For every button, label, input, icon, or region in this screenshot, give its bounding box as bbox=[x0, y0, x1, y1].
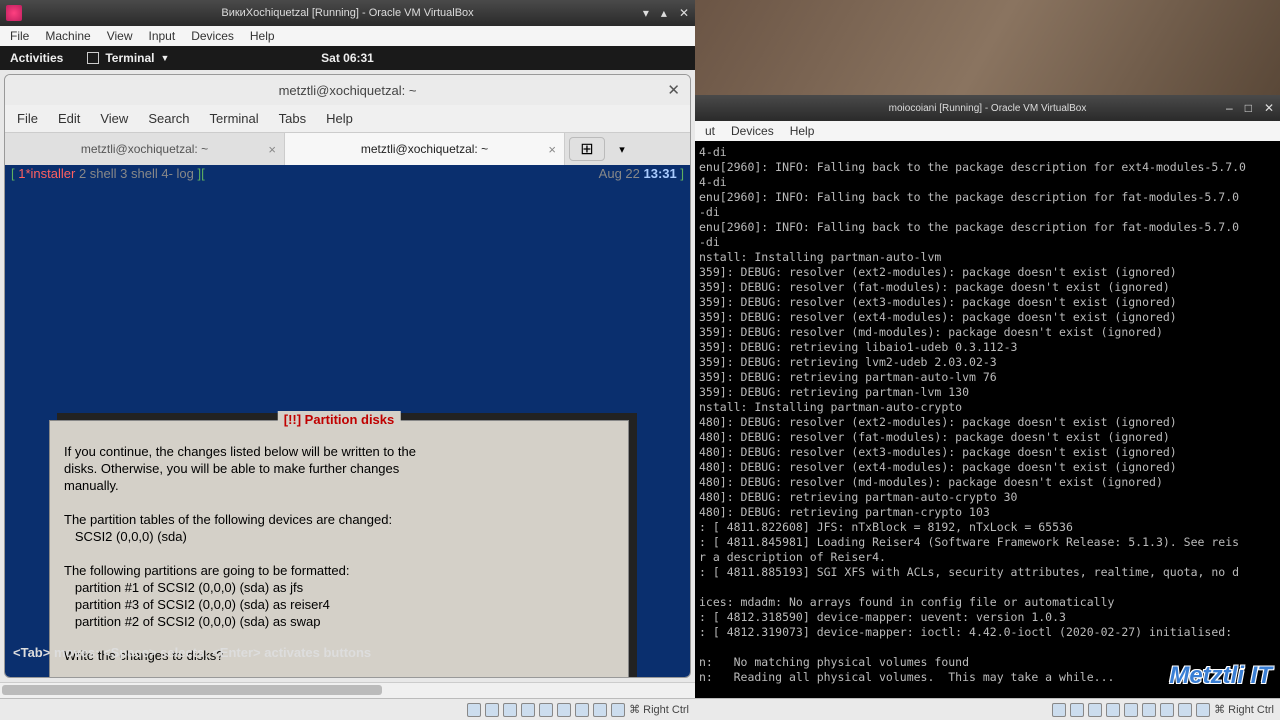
clock[interactable]: Sat 06:31 bbox=[321, 51, 374, 65]
close-icon[interactable]: ✕ bbox=[679, 6, 689, 20]
menu-view[interactable]: View bbox=[107, 29, 133, 43]
dialog-footer-hint: <Tab> moves; <Space> selects; <Enter> ac… bbox=[13, 644, 371, 661]
vbox-right-title: moiocoiani [Running] - Oracle VM Virtual… bbox=[889, 103, 1087, 114]
tab-label: metztli@xochiquetzal: ~ bbox=[81, 142, 208, 156]
optical-icon[interactable] bbox=[1070, 703, 1084, 717]
hdd-icon[interactable] bbox=[467, 703, 481, 717]
display-icon[interactable] bbox=[575, 703, 589, 717]
menu-devices[interactable]: Devices bbox=[731, 124, 774, 138]
screen-time: 13:31 bbox=[644, 166, 677, 181]
app-menu[interactable]: Terminal ▼ bbox=[87, 51, 169, 65]
vbox-icon bbox=[6, 5, 22, 21]
audio-icon[interactable] bbox=[503, 703, 517, 717]
audio-icon[interactable] bbox=[1088, 703, 1102, 717]
vbox-left-statusbar: ⌘ Right Ctrl bbox=[0, 698, 695, 720]
activities-button[interactable]: Activities bbox=[10, 51, 63, 65]
watermark: Metztli IT bbox=[1169, 662, 1272, 690]
screen-date: Aug 22 bbox=[599, 166, 640, 181]
hostkey-indicator: ⌘ Right Ctrl bbox=[1214, 703, 1274, 716]
chevron-down-icon: ▼ bbox=[160, 53, 169, 63]
vbox-left-title: ВикиXochiquetzal [Running] - Oracle VM V… bbox=[221, 7, 473, 19]
dialog-title: [!!] Partition disks bbox=[278, 411, 401, 428]
maximize-icon[interactable]: ▴ bbox=[661, 6, 667, 20]
host-scrollbar[interactable] bbox=[0, 682, 695, 698]
minimize-icon[interactable]: – bbox=[1226, 101, 1233, 115]
vbox-left-menubar: File Machine View Input Devices Help bbox=[0, 26, 695, 46]
gnome-terminal-window: metztli@xochiquetzal: ~ ✕ File Edit View… bbox=[4, 74, 691, 678]
terminal-icon bbox=[87, 52, 99, 64]
hdd-icon[interactable] bbox=[1052, 703, 1066, 717]
minimize-icon[interactable]: ▾ bbox=[643, 6, 649, 20]
network-icon[interactable] bbox=[521, 703, 535, 717]
maximize-icon[interactable]: □ bbox=[1245, 101, 1252, 115]
optical-icon[interactable] bbox=[485, 703, 499, 717]
term-menu-file[interactable]: File bbox=[17, 111, 38, 126]
gnome-terminal-titlebar[interactable]: metztli@xochiquetzal: ~ ✕ bbox=[5, 75, 690, 105]
cpu-icon[interactable] bbox=[1196, 703, 1210, 717]
host-desktop-bg bbox=[695, 0, 1280, 95]
close-icon[interactable]: ✕ bbox=[1264, 101, 1274, 115]
tab-label: metztli@xochiquetzal: ~ bbox=[361, 142, 488, 156]
close-icon[interactable]: ✕ bbox=[667, 81, 680, 99]
menu-devices[interactable]: Devices bbox=[191, 29, 234, 43]
screen-status-bar: [ 1*installer 2 shell 3 shell 4- log ][ … bbox=[11, 165, 684, 183]
term-menu-terminal[interactable]: Terminal bbox=[210, 111, 259, 126]
tab-dropdown[interactable]: ▾ bbox=[609, 133, 635, 165]
term-menu-help[interactable]: Help bbox=[326, 111, 353, 126]
tab-close-icon[interactable]: × bbox=[548, 142, 556, 157]
shared-icon[interactable] bbox=[557, 703, 571, 717]
menu-input-cut[interactable]: ut bbox=[705, 124, 715, 138]
term-menu-view[interactable]: View bbox=[100, 111, 128, 126]
gnome-top-bar: Activities Terminal ▼ Sat 06:31 bbox=[0, 46, 695, 70]
record-icon[interactable] bbox=[1178, 703, 1192, 717]
scrollbar-thumb[interactable] bbox=[2, 685, 382, 695]
usb-icon[interactable] bbox=[539, 703, 553, 717]
partition-dialog: [!!] Partition disks If you continue, th… bbox=[49, 420, 629, 678]
term-menu-edit[interactable]: Edit bbox=[58, 111, 80, 126]
terminal-body[interactable]: [ 1*installer 2 shell 3 shell 4- log ][ … bbox=[5, 165, 690, 677]
term-menu-tabs[interactable]: Tabs bbox=[279, 111, 306, 126]
tab-close-icon[interactable]: × bbox=[268, 142, 276, 157]
term-menu-search[interactable]: Search bbox=[148, 111, 189, 126]
vbox-right-titlebar[interactable]: moiocoiani [Running] - Oracle VM Virtual… bbox=[695, 95, 1280, 121]
vbox-left-titlebar[interactable]: ВикиXochiquetzal [Running] - Oracle VM V… bbox=[0, 0, 695, 26]
network-icon[interactable] bbox=[1106, 703, 1120, 717]
terminal-tab-2[interactable]: metztli@xochiquetzal: ~ × bbox=[285, 133, 565, 165]
menu-machine[interactable]: Machine bbox=[45, 29, 90, 43]
new-tab-button[interactable]: ⊞ bbox=[569, 137, 605, 161]
gnome-terminal-title: metztli@xochiquetzal: ~ bbox=[279, 83, 417, 98]
menu-help[interactable]: Help bbox=[250, 29, 275, 43]
menu-help[interactable]: Help bbox=[790, 124, 815, 138]
display-icon[interactable] bbox=[1160, 703, 1174, 717]
app-name: Terminal bbox=[105, 51, 154, 65]
vbox-right-statusbar: ⌘ Right Ctrl bbox=[695, 698, 1280, 720]
hostkey-indicator: ⌘ Right Ctrl bbox=[629, 703, 689, 716]
vbox-window-left: ВикиXochiquetzal [Running] - Oracle VM V… bbox=[0, 0, 695, 720]
vbox-right-menubar: ut Devices Help bbox=[695, 121, 1280, 141]
dialog-body: If you continue, the changes listed belo… bbox=[64, 443, 614, 664]
menu-file[interactable]: File bbox=[10, 29, 29, 43]
gnome-terminal-tabbar: metztli@xochiquetzal: ~ × metztli@xochiq… bbox=[5, 133, 690, 165]
record-icon[interactable] bbox=[593, 703, 607, 717]
screen-window-current: 1*installer bbox=[18, 166, 75, 181]
menu-input[interactable]: Input bbox=[149, 29, 176, 43]
shared-icon[interactable] bbox=[1142, 703, 1156, 717]
vbox-window-right: moiocoiani [Running] - Oracle VM Virtual… bbox=[695, 95, 1280, 720]
terminal-tab-1[interactable]: metztli@xochiquetzal: ~ × bbox=[5, 133, 285, 165]
gnome-terminal-menubar: File Edit View Search Terminal Tabs Help bbox=[5, 105, 690, 133]
cpu-icon[interactable] bbox=[611, 703, 625, 717]
usb-icon[interactable] bbox=[1124, 703, 1138, 717]
installer-log-terminal[interactable]: 4-di enu[2960]: INFO: Falling back to th… bbox=[695, 141, 1280, 698]
